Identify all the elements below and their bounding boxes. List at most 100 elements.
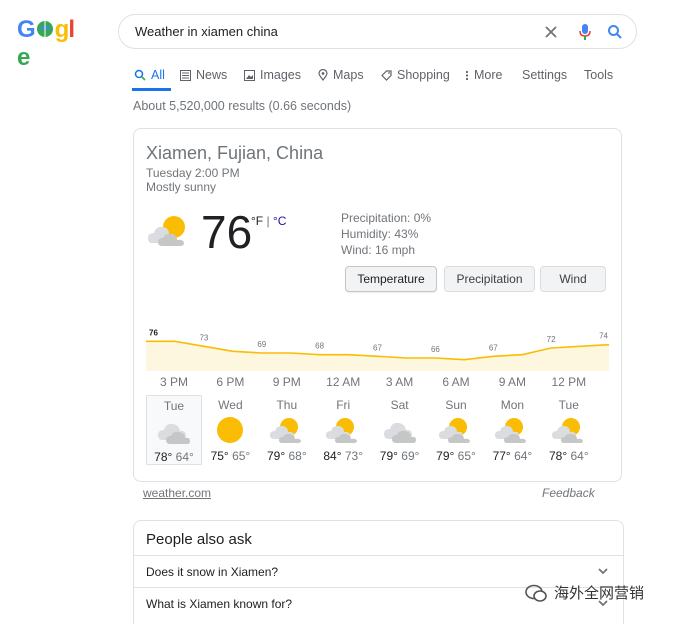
- wind-detail: Wind: 16 mph: [341, 243, 416, 257]
- day-temps: 79° 65°: [428, 449, 484, 463]
- microphone-icon[interactable]: [575, 22, 595, 42]
- search-icon: [134, 69, 146, 81]
- temperature-point-label: 73: [199, 333, 208, 342]
- partly-cloudy-icon: [438, 415, 474, 445]
- celsius-unit[interactable]: °C: [273, 214, 286, 228]
- paa-title: People also ask: [146, 531, 252, 548]
- tab-more[interactable]: More: [465, 60, 502, 90]
- hour-label: 6 PM: [216, 375, 245, 389]
- precipitation-button[interactable]: Precipitation: [444, 266, 535, 292]
- result-stats: About 5,520,000 results (0.66 seconds): [133, 99, 352, 113]
- hour-label: 12 AM: [326, 375, 361, 389]
- temperature-point-label: 69: [257, 340, 266, 349]
- watermark: 海外全网营销: [524, 582, 644, 603]
- day-forecast[interactable]: Sun 79° 65°: [428, 395, 484, 465]
- day-temps: 79° 69°: [372, 449, 428, 463]
- tab-label: Tools: [584, 68, 614, 82]
- tab-label: Images: [260, 68, 301, 82]
- tab-label: News: [196, 68, 228, 82]
- day-high: 79°: [266, 449, 286, 463]
- people-also-ask: People also ask Does it snow in Xiamen? …: [133, 520, 624, 624]
- day-low: 69°: [401, 449, 420, 463]
- temperature-button[interactable]: Temperature: [345, 266, 437, 292]
- weather-source-link[interactable]: weather.com: [143, 486, 211, 500]
- day-forecast[interactable]: Fri 84° 73°: [315, 395, 371, 465]
- temperature-point-label: 66: [431, 345, 440, 354]
- precipitation-detail: Precipitation: 0%: [341, 211, 432, 225]
- active-tab-indicator: [132, 88, 171, 91]
- day-forecast[interactable]: Tue 78° 64°: [146, 395, 202, 465]
- day-temps: 75° 65°: [202, 449, 258, 463]
- feedback-link[interactable]: Feedback: [542, 486, 595, 500]
- fahrenheit-unit[interactable]: °F: [251, 214, 263, 228]
- temperature-point-label: 67: [373, 343, 382, 352]
- tab-label: Shopping: [397, 68, 450, 82]
- day-temps: 78° 64°: [147, 450, 201, 464]
- tab-tools[interactable]: Tools: [584, 60, 613, 90]
- tab-all[interactable]: All: [134, 60, 165, 90]
- search-box[interactable]: [118, 14, 637, 49]
- search-input[interactable]: [135, 24, 525, 39]
- day-name: Sat: [390, 398, 409, 412]
- day-temps: 77° 64°: [484, 449, 540, 463]
- tab-maps[interactable]: Maps: [318, 60, 364, 90]
- partly-cloudy-icon: [551, 415, 587, 445]
- paa-question-text: Does it snow in Xiamen?: [146, 565, 279, 579]
- day-low: 64°: [570, 449, 589, 463]
- tab-label: All: [151, 68, 165, 82]
- tag-icon: [381, 69, 392, 81]
- day-high: 79°: [379, 449, 398, 463]
- weather-location: Xiamen, Fujian, China: [146, 143, 324, 163]
- partly-cloudy-icon: [269, 415, 305, 445]
- sunny-icon: [212, 415, 248, 445]
- day-low: 65°: [232, 449, 251, 463]
- wind-button[interactable]: Wind: [540, 266, 606, 292]
- day-low: 64°: [175, 450, 194, 464]
- temperature-point-label: 72: [547, 335, 556, 344]
- day-forecast[interactable]: Mon 77° 64°: [484, 395, 540, 465]
- chevron-down-icon[interactable]: [597, 565, 609, 577]
- hour-label: 6 AM: [442, 375, 470, 389]
- clear-icon[interactable]: [541, 22, 561, 42]
- tab-shopping[interactable]: Shopping: [381, 60, 450, 90]
- tab-settings[interactable]: Settings: [522, 60, 567, 90]
- google-logo[interactable]: Ggle: [17, 16, 85, 71]
- tab-label: More: [474, 68, 503, 82]
- day-low: 65°: [457, 449, 476, 463]
- weather-condition: Mostly sunny: [146, 180, 217, 194]
- unit-toggle[interactable]: °F | °C: [251, 214, 286, 228]
- day-temps: 84° 73°: [315, 449, 371, 463]
- day-forecast[interactable]: Tue 78° 64°: [541, 395, 597, 465]
- more-vertical-icon: [465, 70, 469, 80]
- temperature-point-label: 67: [489, 343, 498, 352]
- weather-time: Tuesday 2:00 PM: [146, 166, 240, 180]
- tab-news[interactable]: News: [180, 60, 227, 90]
- temperature-point-label: 74: [599, 332, 608, 341]
- day-high: 75°: [210, 449, 229, 463]
- tab-images[interactable]: Images: [244, 60, 301, 90]
- day-name: Mon: [500, 398, 525, 412]
- current-temperature: 76: [201, 206, 253, 258]
- hour-label: 12 PM: [551, 375, 587, 389]
- day-high: 78°: [154, 450, 173, 464]
- search-tabs: All News Images Maps Shopping More Setti…: [132, 60, 632, 92]
- watermark-text: 海外全网营销: [554, 584, 645, 602]
- paa-question-text: What is Xiamen known for?: [146, 597, 293, 611]
- day-name: Tue: [558, 398, 579, 412]
- day-low: 64°: [514, 449, 533, 463]
- wechat-icon: [525, 584, 547, 602]
- cloudy-icon: [382, 415, 418, 445]
- partly-cloudy-icon: [494, 415, 530, 445]
- day-high: 78°: [548, 449, 568, 463]
- unit-separator: |: [266, 214, 270, 228]
- day-forecast[interactable]: Thu 79° 68°: [259, 395, 315, 465]
- day-forecast[interactable]: Sat 79° 69°: [372, 395, 428, 465]
- day-forecast[interactable]: Wed 75° 65°: [202, 395, 258, 465]
- cloudy-icon: [156, 416, 192, 446]
- day-temps: 78° 64°: [541, 449, 597, 463]
- partly-cloudy-icon: [325, 415, 361, 445]
- day-name: Tue: [163, 399, 185, 413]
- hour-label: 9 AM: [498, 375, 527, 389]
- search-icon[interactable]: [605, 22, 625, 42]
- day-high: 77°: [492, 449, 511, 463]
